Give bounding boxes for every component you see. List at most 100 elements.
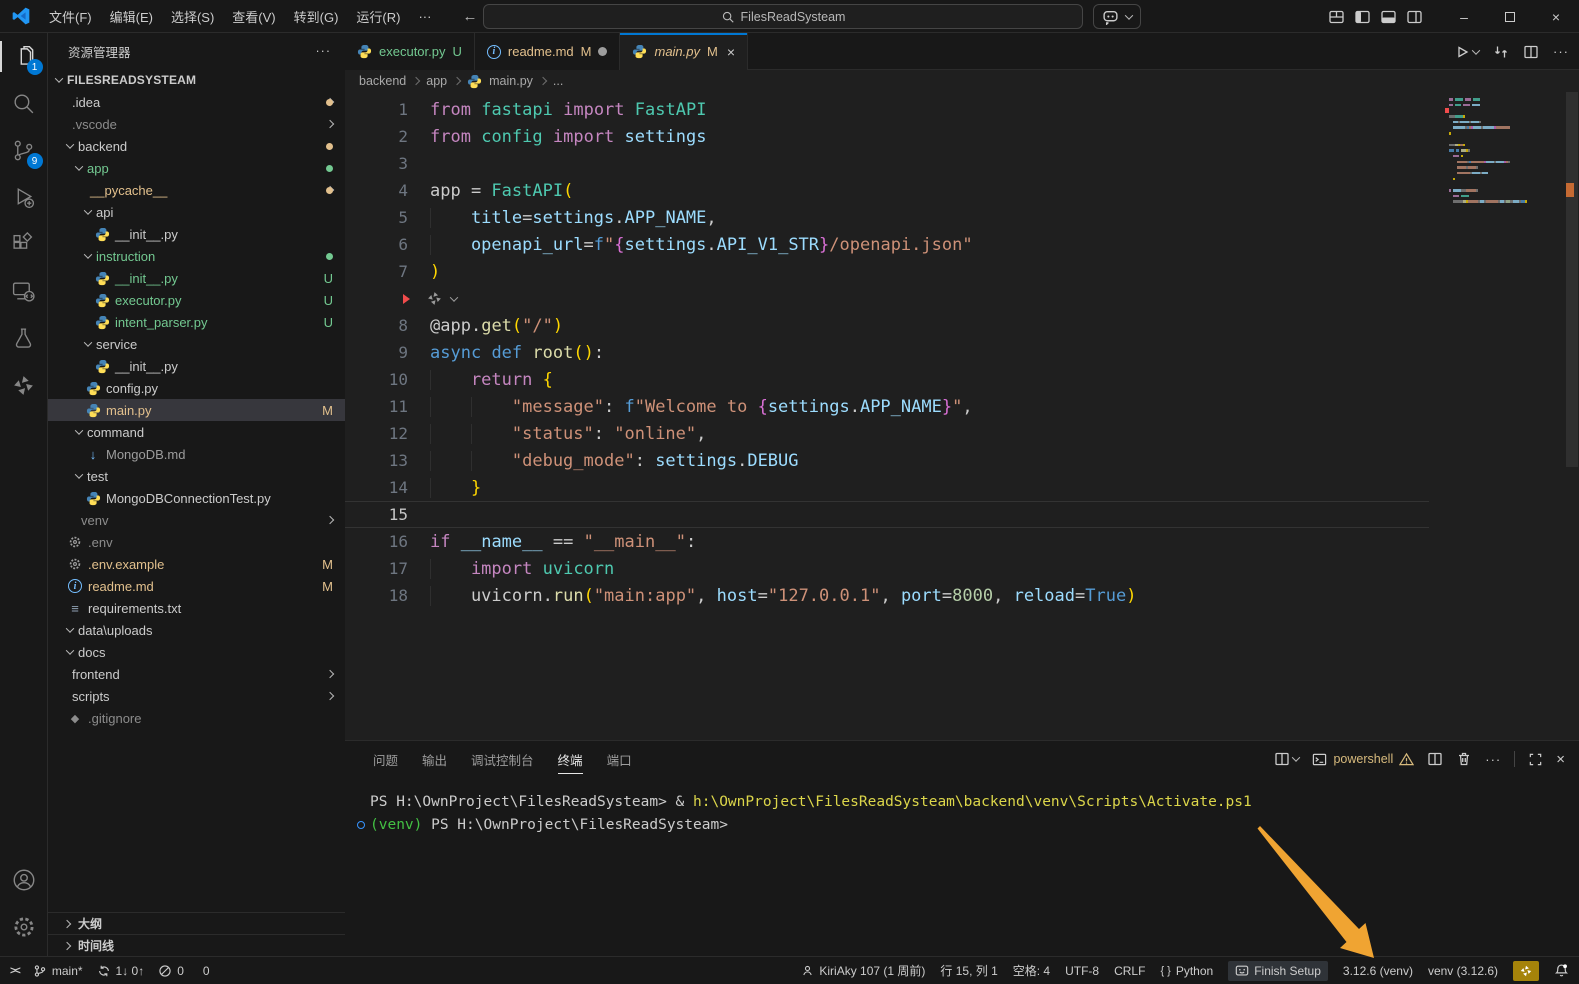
panel-tab-端口[interactable]: 端口 xyxy=(597,744,642,775)
tab-readme.md[interactable]: ireadme.mdM xyxy=(475,33,621,70)
tree-item-__pycache__[interactable]: __pycache__ xyxy=(48,179,345,201)
statusbar-finish-setup[interactable]: Finish Setup xyxy=(1228,961,1328,981)
activity-run-debug[interactable] xyxy=(0,174,48,221)
statusbar-remote[interactable]: >< xyxy=(10,965,19,977)
open-changes-icon[interactable] xyxy=(1493,44,1509,60)
menu-7[interactable]: ··· xyxy=(409,5,440,28)
code-editor[interactable]: 1from fastapi import FastAPI2from config… xyxy=(345,92,1579,740)
statusbar-pinwheel[interactable] xyxy=(1513,961,1539,981)
panel-more-actions[interactable]: ··· xyxy=(1485,752,1501,767)
breadcrumb-item-main.py[interactable]: main.py xyxy=(489,74,533,88)
statusbar-kiriaky-107-1-[interactable]: KiriAky 107 (1 周前) xyxy=(801,962,925,979)
chevron-down-icon[interactable] xyxy=(450,293,458,301)
statusbar-1-0-[interactable]: 1↓ 0↑ xyxy=(97,964,145,978)
activity-extensions[interactable] xyxy=(0,221,48,268)
tree-root[interactable]: FILESREADSYSTEAM xyxy=(48,69,345,91)
run-python-button[interactable] xyxy=(1454,44,1479,60)
tree-item-main.py[interactable]: main.pyM xyxy=(48,399,345,421)
close-panel-icon[interactable]: × xyxy=(1556,751,1565,768)
code-line-8[interactable]: 8@app.get("/") xyxy=(345,312,1429,339)
sidebar-more-button[interactable]: ··· xyxy=(316,44,332,58)
tree-item-service[interactable]: service xyxy=(48,333,345,355)
menu-2[interactable]: 编辑(E) xyxy=(101,3,162,30)
nav-back-icon[interactable]: ← xyxy=(462,8,477,25)
tree-item-docs[interactable]: docs xyxy=(48,641,345,663)
tree-item-data_uploads[interactable]: data\uploads xyxy=(48,619,345,641)
maximize-panel-icon[interactable] xyxy=(1528,752,1543,767)
terminal-output[interactable]: PS H:\OwnProject\FilesReadSysteam> & h:\… xyxy=(345,777,1579,837)
tree-item-MongoDBConnectionTest.py[interactable]: MongoDBConnectionTest.py xyxy=(48,487,345,509)
copilot-button[interactable] xyxy=(1093,4,1141,29)
sidebar-section-大纲[interactable]: 大纲 xyxy=(48,912,345,934)
activity-account[interactable] xyxy=(0,856,48,903)
command-center-search[interactable]: FilesReadSysteam xyxy=(483,4,1083,29)
code-line-3[interactable]: 3 xyxy=(345,150,1429,177)
toggle-sidebar-icon[interactable] xyxy=(1354,9,1371,25)
code-line-2[interactable]: 2from config import settings xyxy=(345,123,1429,150)
tab-main.py[interactable]: main.pyM× xyxy=(620,33,748,70)
statusbar-3-12-6-venv-[interactable]: 3.12.6 (venv) xyxy=(1343,964,1413,978)
tree-item-backend[interactable]: backend xyxy=(48,135,345,157)
tree-item-.idea[interactable]: .idea xyxy=(48,91,345,113)
activity-testing[interactable] xyxy=(0,315,48,362)
breadcrumb-item-app[interactable]: app xyxy=(426,74,447,88)
code-line-11[interactable]: 11 "message": f"Welcome to {settings.APP… xyxy=(345,393,1429,420)
activity-search[interactable] xyxy=(0,80,48,127)
statusbar-python[interactable]: { }Python xyxy=(1160,964,1213,978)
minimap[interactable] xyxy=(1449,98,1561,206)
menu-1[interactable]: 文件(F) xyxy=(40,3,101,30)
inline-ai-widget[interactable] xyxy=(345,285,1429,312)
activity-pinwheel-extension[interactable] xyxy=(0,362,48,409)
customize-layout-icon[interactable] xyxy=(1328,9,1345,25)
activity-remote-explorer[interactable] xyxy=(0,268,48,315)
activity-source-control[interactable]: 9 xyxy=(0,127,48,174)
tree-item-scripts[interactable]: scripts xyxy=(48,685,345,707)
menu-6[interactable]: 运行(R) xyxy=(347,3,409,30)
statusbar-crlf[interactable]: CRLF xyxy=(1114,964,1145,978)
editor-scrollbar[interactable] xyxy=(1565,92,1579,740)
tree-item-config.py[interactable]: config.py xyxy=(48,377,345,399)
sidebar-section-时间线[interactable]: 时间线 xyxy=(48,934,345,956)
tree-item-__init__.py[interactable]: __init__.pyU xyxy=(48,267,345,289)
tree-item-.vscode[interactable]: .vscode xyxy=(48,113,345,135)
code-line-10[interactable]: 10 return { xyxy=(345,366,1429,393)
tree-item-requirements.txt[interactable]: ≡requirements.txt xyxy=(48,597,345,619)
tree-item-.env.example[interactable]: .env.exampleM xyxy=(48,553,345,575)
editor-more-actions[interactable]: ··· xyxy=(1553,44,1569,59)
statusbar-main-[interactable]: main* xyxy=(33,964,83,978)
tab-executor.py[interactable]: executor.pyU xyxy=(345,33,475,70)
statusbar-0[interactable]: 0 xyxy=(198,964,210,978)
new-terminal-button[interactable] xyxy=(1274,751,1299,767)
code-line-1[interactable]: 1from fastapi import FastAPI xyxy=(345,96,1429,123)
code-line-12[interactable]: 12 "status": "online", xyxy=(345,420,1429,447)
statusbar-bell[interactable] xyxy=(1554,963,1569,978)
code-line-16[interactable]: 16if __name__ == "__main__": xyxy=(345,528,1429,555)
panel-tab-终端[interactable]: 终端 xyxy=(548,744,593,775)
tree-item-MongoDB.md[interactable]: ↓MongoDB.md xyxy=(48,443,345,465)
tree-item-executor.py[interactable]: executor.pyU xyxy=(48,289,345,311)
code-line-5[interactable]: 5 title=settings.APP_NAME, xyxy=(345,204,1429,231)
maximize-button[interactable] xyxy=(1487,0,1533,33)
tree-item-intent_parser.py[interactable]: intent_parser.pyU xyxy=(48,311,345,333)
tree-item-test[interactable]: test xyxy=(48,465,345,487)
toggle-secondary-sidebar-icon[interactable] xyxy=(1406,9,1423,25)
tree-item-instruction[interactable]: instruction xyxy=(48,245,345,267)
code-line-6[interactable]: 6 openapi_url=f"{settings.API_V1_STR}/op… xyxy=(345,231,1429,258)
tree-item-readme.md[interactable]: ireadme.mdM xyxy=(48,575,345,597)
code-line-17[interactable]: 17 import uvicorn xyxy=(345,555,1429,582)
tree-item-command[interactable]: command xyxy=(48,421,345,443)
code-line-7[interactable]: 7) xyxy=(345,258,1429,285)
tree-item-frontend[interactable]: frontend xyxy=(48,663,345,685)
code-line-18[interactable]: 18 uvicorn.run("main:app", host="127.0.0… xyxy=(345,582,1429,609)
code-line-15[interactable]: 15 xyxy=(345,501,1429,528)
tree-item-.env[interactable]: .env xyxy=(48,531,345,553)
activity-settings[interactable] xyxy=(0,903,48,950)
command-decoration-icon[interactable] xyxy=(357,821,365,829)
terminal-tab-powershell[interactable]: powershell xyxy=(1312,752,1414,767)
kill-terminal-icon[interactable] xyxy=(1456,751,1472,767)
menu-4[interactable]: 查看(V) xyxy=(223,3,284,30)
tree-item-api[interactable]: api xyxy=(48,201,345,223)
panel-tab-问题[interactable]: 问题 xyxy=(363,744,408,775)
tab-close-icon[interactable]: × xyxy=(727,44,735,60)
close-button[interactable]: × xyxy=(1533,0,1579,33)
